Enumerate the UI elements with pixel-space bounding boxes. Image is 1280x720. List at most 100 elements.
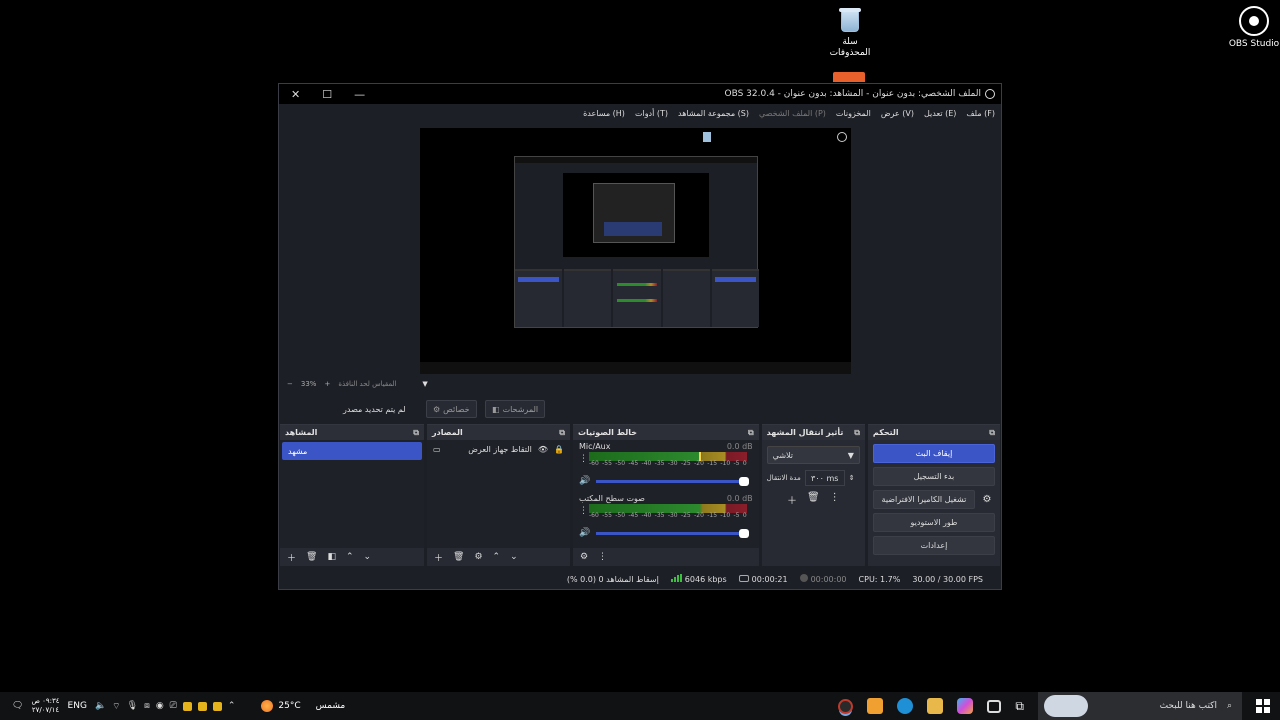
start-virtual-camera-button[interactable]: تشغيل الكاميرا الافتراضية [872, 490, 975, 509]
clock[interactable]: ٠٩:٣٤ ص ٢٧/٠٧/١٤ [31, 697, 59, 715]
advanced-audio-icon[interactable]: ⚙ [580, 552, 588, 562]
menu-view[interactable]: عرض (V) [881, 109, 914, 118]
store-icon[interactable] [987, 699, 1002, 713]
network-icon[interactable]: ⧈ [144, 701, 150, 711]
recycle-bin-shortcut[interactable]: سلة المحذوفات [822, 6, 878, 59]
chevron-up-icon[interactable]: ⌃ [493, 552, 501, 562]
trash-icon[interactable]: 🗑 [807, 492, 820, 507]
chevron-down-icon[interactable]: ⌄ [364, 552, 372, 562]
menu-edit[interactable]: تعديل (E) [924, 109, 956, 118]
add-icon[interactable]: ＋ [287, 551, 296, 564]
more-icon[interactable]: ⋮ [830, 492, 840, 507]
duration-spinbox[interactable]: ٣٠٠ ms [804, 470, 845, 486]
weather-widget[interactable]: 25°C مشمس [261, 700, 345, 712]
undock-icon[interactable]: ⧉ [559, 428, 565, 438]
menu-help[interactable]: مساعدة (H) [583, 109, 625, 118]
edge-icon[interactable] [897, 698, 914, 714]
preview-canvas[interactable] [420, 128, 851, 374]
menu-file[interactable]: ملف (F) [966, 109, 995, 118]
list-item[interactable]: ▭ التقاط جهاز العرض 👁 🔒 [427, 440, 570, 458]
controls-title: التحكم [872, 428, 899, 437]
list-item[interactable]: مشهد [282, 442, 422, 460]
undock-icon[interactable]: ⧉ [854, 428, 860, 438]
undock-icon[interactable]: ⧉ [989, 428, 995, 438]
slider-handle[interactable] [738, 528, 749, 538]
filter-icon[interactable]: ◧ [327, 552, 336, 562]
chevron-up-icon[interactable]: ⌃ [346, 552, 354, 562]
more-icon[interactable]: ⋮ [598, 552, 607, 562]
zoom-in-button[interactable]: + [324, 380, 330, 388]
preview-area[interactable] [279, 122, 1001, 378]
undock-icon[interactable]: ⧉ [413, 428, 419, 438]
language-indicator[interactable]: ENG [68, 701, 87, 711]
chevron-up-icon[interactable]: ⌃ [228, 701, 236, 711]
volume-icon[interactable]: 🔈 [95, 701, 106, 711]
settings-button[interactable]: إعدادات [872, 536, 995, 555]
close-button[interactable]: ✕ [291, 88, 300, 101]
copilot-icon[interactable] [957, 698, 974, 714]
signal-icon [670, 574, 682, 582]
notification-icon[interactable]: 🗨 [12, 701, 23, 711]
file-explorer-icon[interactable] [927, 698, 944, 714]
controls-header: التحكم ⧉ [867, 425, 1000, 440]
minimize-button[interactable]: — [354, 88, 365, 101]
chevron-down-icon[interactable]: ▼ [422, 380, 427, 388]
studio-mode-button[interactable]: طور الاستوديو [872, 513, 995, 532]
search-box[interactable]: اكتب هنا للبحث ⌕ [1038, 692, 1242, 720]
properties-button[interactable]: ⚙ خصائص [426, 400, 477, 418]
trash-icon[interactable]: 🗑 [306, 552, 317, 562]
add-icon[interactable]: ＋ [787, 492, 797, 507]
search-icon: ⌕ [1226, 701, 1232, 711]
speaker-icon[interactable]: 🔊 [579, 476, 590, 486]
app-taskbar-icon[interactable] [867, 698, 884, 714]
spin-arrows-icon[interactable]: ⇕ [849, 474, 855, 482]
obs-studio-shortcut[interactable]: OBS Studio [1226, 6, 1280, 50]
more-icon[interactable]: ⋮ [579, 454, 588, 464]
gear-icon[interactable]: ⚙ [979, 490, 995, 509]
undock-icon[interactable]: ⧉ [748, 428, 754, 438]
more-icon[interactable]: ⋮ [579, 506, 588, 516]
slider-handle[interactable] [738, 476, 749, 486]
obs-taskbar-icon[interactable] [838, 698, 854, 714]
task-view-icon[interactable]: ⧉ [1015, 699, 1024, 714]
sources-dock: المصادر ⧉ ▭ التقاط جهاز العرض 👁 🔒 ＋ 🗑 ⚙ … [426, 424, 570, 566]
scenes-dock: المشاهد ⧉ مشهد ＋ 🗑 ◧ ⌃ ⌄ [280, 424, 424, 566]
volume-meter: -60 -55 -50 -45 -40 -35 -30 -25 -20 -15 -10 -5 0 [588, 452, 747, 467]
speaker-icon[interactable]: 🔊 [579, 528, 590, 538]
volume-slider[interactable] [596, 528, 749, 538]
microphone-icon[interactable]: 🎙 [127, 701, 138, 711]
wifi-icon[interactable]: ⌔ [112, 701, 120, 712]
mixer-body: Mic/Aux 0.0 dB ⋮ -60 -55 -50 -45 -40 -35 -30 -2… [572, 440, 759, 548]
menu-scene-collection[interactable]: مجموعة المشاهد (S) [678, 109, 749, 118]
lock-icon[interactable]: 🔒 [554, 445, 564, 454]
maximize-button[interactable]: ☐ [322, 88, 332, 101]
tray-app-icon[interactable] [182, 701, 192, 711]
trash-icon[interactable]: 🗑 [453, 552, 464, 562]
desktop-app-icon[interactable] [833, 72, 865, 82]
gear-icon[interactable]: ⚙ [474, 552, 482, 562]
start-recording-button[interactable]: بدء التسجيل [872, 467, 995, 486]
filters-button[interactable]: ◧ المرشحات [485, 400, 546, 418]
obs-icon [1239, 6, 1269, 36]
chevron-down-icon[interactable]: ⌄ [510, 552, 518, 562]
menu-profile[interactable]: الملف الشخصي (P) [759, 109, 826, 118]
menu-docks[interactable]: المخزونات [836, 109, 871, 118]
search-highlight-image [1044, 695, 1088, 717]
menu-tools[interactable]: أدوات (T) [635, 109, 668, 118]
eye-icon[interactable]: 👁 [538, 445, 548, 454]
stop-streaming-button[interactable]: إيقاف البث [872, 444, 995, 463]
title-bar[interactable]: ✕ ☐ — OBS 32.0.4 - الملف الشخصي: بدون عن… [279, 84, 1001, 104]
camera-icon[interactable]: ⎚ [170, 701, 177, 711]
preview-recycle-icon [703, 132, 711, 142]
start-button[interactable] [1256, 699, 1270, 713]
transition-select[interactable]: تلاشي ▼ [766, 446, 860, 464]
recycle-bin-icon [837, 6, 863, 34]
zoom-out-button[interactable]: − [287, 380, 293, 388]
add-icon[interactable]: ＋ [434, 551, 443, 564]
volume-slider[interactable] [596, 476, 749, 486]
tray-app-icon[interactable] [197, 701, 207, 711]
tray-app-icon[interactable] [212, 701, 222, 711]
obs-tray-icon[interactable]: ◉ [156, 701, 164, 711]
cpu-usage: CPU: 1.7% [858, 574, 901, 584]
scale-select[interactable]: المقياس لحد النافذة [338, 380, 414, 389]
